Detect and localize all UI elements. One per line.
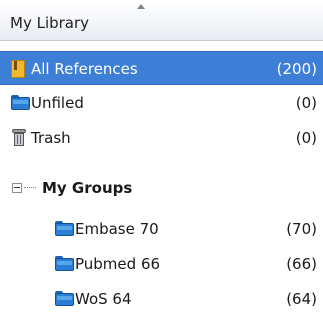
group-item-label: Pubmed 66 [75, 255, 161, 273]
group-item-label: Embase 70 [75, 220, 159, 238]
folder-icon [55, 221, 74, 236]
tree-connector [24, 187, 36, 188]
group-item-pubmed-66[interactable]: Pubmed 66 (66) [0, 247, 323, 281]
group-item-wos-64[interactable]: WoS 64 (64) [0, 282, 323, 316]
library-panel: My Library All References (200) Unfiled … [0, 0, 323, 321]
folder-icon [55, 291, 74, 306]
library-item-all-references[interactable]: All References (200) [0, 51, 323, 85]
library-item-count: (200) [276, 60, 317, 78]
groups-header[interactable]: My Groups [0, 171, 323, 205]
trash-icon [12, 129, 26, 146]
library-item-label: Unfiled [31, 94, 84, 112]
library-item-count: (0) [295, 129, 317, 147]
groups-label: My Groups [42, 179, 133, 197]
library-book-icon [11, 60, 25, 78]
collapse-toggle-icon[interactable] [12, 183, 22, 193]
library-item-unfiled[interactable]: Unfiled (0) [0, 86, 323, 120]
sort-ascending-icon [137, 4, 145, 9]
library-item-label: All References [31, 60, 138, 78]
library-header[interactable]: My Library [0, 0, 323, 41]
group-item-embase-70[interactable]: Embase 70 (70) [0, 212, 323, 246]
group-item-count: (70) [286, 220, 317, 238]
library-item-label: Trash [31, 129, 71, 147]
group-item-count: (64) [286, 290, 317, 308]
group-item-label: WoS 64 [75, 290, 132, 308]
folder-icon [55, 256, 74, 271]
library-item-count: (0) [295, 94, 317, 112]
folder-icon [11, 95, 30, 110]
group-item-count: (66) [286, 255, 317, 273]
header-title: My Library [10, 14, 90, 32]
library-item-trash[interactable]: Trash (0) [0, 121, 323, 155]
